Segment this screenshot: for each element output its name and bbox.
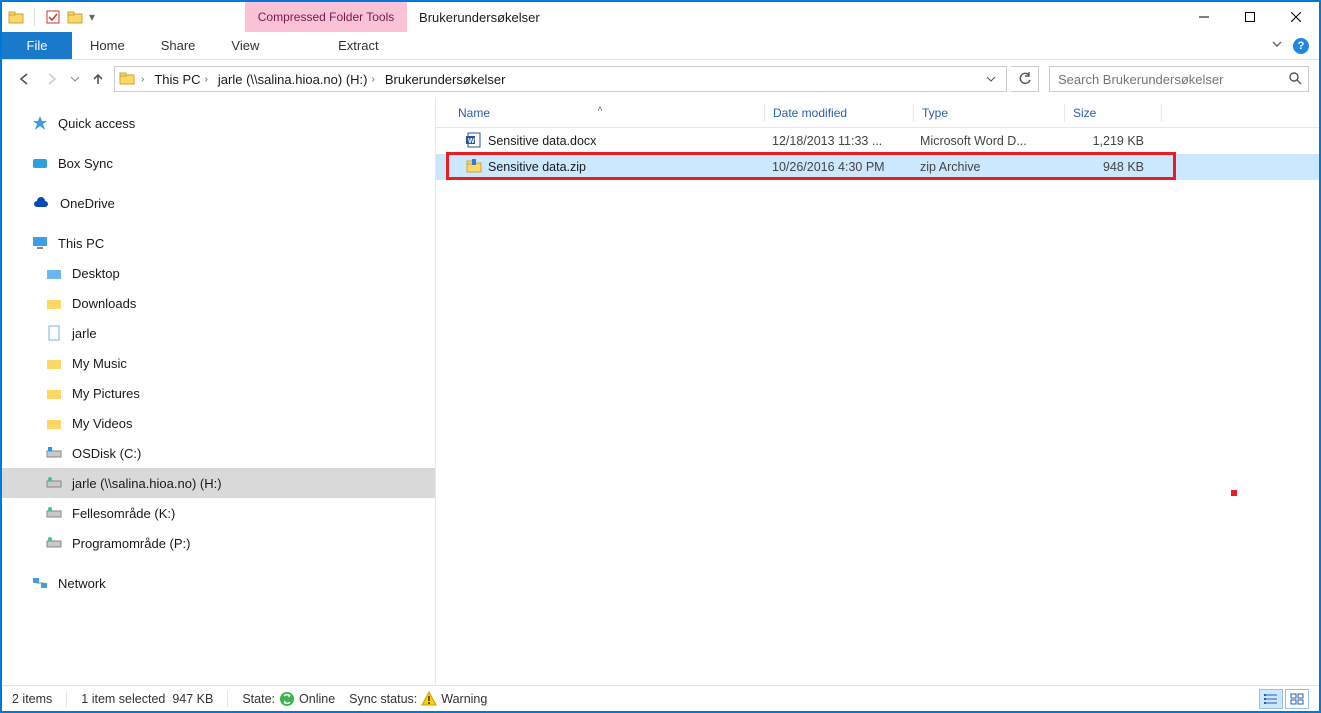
window-controls <box>1181 2 1319 32</box>
refresh-button[interactable] <box>1011 66 1039 92</box>
address-bar[interactable]: › This PC › jarle (\\salina.hioa.no) (H:… <box>114 66 1007 92</box>
folder-icon <box>46 385 62 401</box>
warning-icon <box>421 691 437 707</box>
search-icon[interactable] <box>1288 71 1302 88</box>
navigation-pane: Quick access Box Sync OneDrive This PC D… <box>2 98 436 685</box>
network-drive-icon <box>46 535 62 551</box>
minimize-button[interactable] <box>1181 2 1227 32</box>
nav-jarle[interactable]: jarle <box>2 318 435 348</box>
online-icon <box>279 691 295 707</box>
folder-icon <box>8 9 24 25</box>
folder-icon <box>46 265 62 281</box>
document-icon <box>46 325 62 341</box>
chevron-right-icon[interactable]: › <box>141 74 144 85</box>
tab-share[interactable]: Share <box>143 32 214 59</box>
column-type[interactable]: Type <box>914 106 1064 120</box>
network-icon <box>32 575 48 591</box>
star-icon <box>32 115 48 131</box>
address-dropdown-icon[interactable] <box>980 68 1002 90</box>
folder-icon <box>46 295 62 311</box>
zip-archive-icon <box>466 158 482 177</box>
file-list: ˄Name Date modified Type Size W Sensitiv… <box>436 98 1319 685</box>
navigation-bar: › This PC › jarle (\\salina.hioa.no) (H:… <box>2 60 1319 98</box>
nav-this-pc[interactable]: This PC <box>2 228 435 258</box>
breadcrumb[interactable]: This PC › <box>150 72 212 87</box>
recent-dropdown[interactable] <box>68 67 82 91</box>
details-view-button[interactable] <box>1259 689 1283 709</box>
tab-file[interactable]: File <box>2 32 72 59</box>
ribbon-tabs: File Home Share View Extract ? <box>2 32 1319 60</box>
nav-felles[interactable]: Fellesområde (K:) <box>2 498 435 528</box>
context-tab-header: Compressed Folder Tools <box>245 2 407 32</box>
breadcrumb[interactable]: jarle (\\salina.hioa.no) (H:) › <box>214 72 379 87</box>
qat-dropdown-icon[interactable]: ▾ <box>89 10 95 24</box>
sort-ascending-icon: ˄ <box>597 104 602 114</box>
column-name[interactable]: ˄Name <box>436 106 764 120</box>
annotation-marker <box>1231 490 1237 496</box>
quick-access-toolbar: ▾ <box>2 2 95 32</box>
ribbon-expand-icon[interactable] <box>1271 38 1283 53</box>
word-document-icon: W <box>466 132 482 151</box>
separator <box>34 8 35 26</box>
svg-text:W: W <box>468 138 475 145</box>
window-title: Brukerundersøkelser <box>407 2 540 32</box>
nav-jarle-drive[interactable]: jarle (\\salina.hioa.no) (H:) <box>2 468 435 498</box>
folder-icon <box>46 355 62 371</box>
search-input[interactable] <box>1056 71 1282 88</box>
nav-onedrive[interactable]: OneDrive <box>2 188 435 218</box>
nav-downloads[interactable]: Downloads <box>2 288 435 318</box>
nav-quick-access[interactable]: Quick access <box>2 108 435 138</box>
status-selected: 1 item selected 947 KB <box>81 692 213 706</box>
large-icons-view-button[interactable] <box>1285 689 1309 709</box>
cloud-icon <box>32 196 50 210</box>
nav-osdisk[interactable]: OSDisk (C:) <box>2 438 435 468</box>
nav-desktop[interactable]: Desktop <box>2 258 435 288</box>
forward-button[interactable] <box>40 67 64 91</box>
box-icon <box>32 155 48 171</box>
nav-program[interactable]: Programområde (P:) <box>2 528 435 558</box>
properties-icon[interactable] <box>45 9 61 25</box>
nav-network[interactable]: Network <box>2 568 435 598</box>
file-row[interactable]: W Sensitive data.docx 12/18/2013 11:33 .… <box>436 128 1319 154</box>
drive-icon <box>46 445 62 461</box>
column-headers: ˄Name Date modified Type Size <box>436 98 1319 128</box>
status-state: State: Online <box>242 691 335 707</box>
search-box[interactable] <box>1049 66 1309 92</box>
folder-icon <box>119 70 135 89</box>
help-button[interactable]: ? <box>1293 38 1309 54</box>
close-button[interactable] <box>1273 2 1319 32</box>
file-row[interactable]: Sensitive data.zip 10/26/2016 4:30 PM zi… <box>436 154 1319 180</box>
column-size[interactable]: Size <box>1065 106 1161 120</box>
tab-view[interactable]: View <box>213 32 277 59</box>
network-drive-icon <box>46 475 62 491</box>
tab-extract[interactable]: Extract <box>277 32 439 59</box>
status-sync: Sync status: Warning <box>349 691 487 707</box>
back-button[interactable] <box>12 67 36 91</box>
column-date[interactable]: Date modified <box>765 106 913 120</box>
folder-icon <box>46 415 62 431</box>
maximize-button[interactable] <box>1227 2 1273 32</box>
title-bar: ▾ Compressed Folder Tools Brukerundersøk… <box>2 2 1319 32</box>
breadcrumb[interactable]: Brukerundersøkelser <box>381 72 510 87</box>
pc-icon <box>32 235 48 251</box>
status-bar: 2 items 1 item selected 947 KB State: On… <box>2 685 1319 711</box>
tab-home[interactable]: Home <box>72 32 143 59</box>
nav-my-pictures[interactable]: My Pictures <box>2 378 435 408</box>
up-button[interactable] <box>86 67 110 91</box>
status-item-count: 2 items <box>12 692 52 706</box>
network-drive-icon <box>46 505 62 521</box>
nav-box-sync[interactable]: Box Sync <box>2 148 435 178</box>
folder-icon[interactable] <box>67 9 83 25</box>
nav-my-music[interactable]: My Music <box>2 348 435 378</box>
nav-my-videos[interactable]: My Videos <box>2 408 435 438</box>
